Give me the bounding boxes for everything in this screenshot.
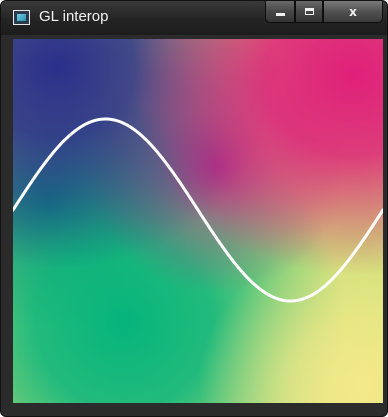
- maximize-icon: [304, 8, 314, 15]
- minimize-button[interactable]: [265, 1, 295, 23]
- sine-curve: [13, 117, 383, 303]
- sine-wave-graphic: [13, 117, 383, 303]
- app-window-icon: [13, 10, 30, 25]
- minimize-icon: [275, 13, 285, 16]
- close-icon: x: [349, 4, 357, 19]
- maximize-button[interactable]: [295, 1, 323, 23]
- app-window: GL interop x: [0, 0, 388, 417]
- window-title: GL interop: [39, 8, 109, 25]
- gl-render-canvas[interactable]: [13, 39, 383, 403]
- close-button[interactable]: x: [323, 1, 383, 23]
- caption-buttons: x: [265, 1, 383, 23]
- app-window-icon-inner: [17, 14, 26, 21]
- title-bar[interactable]: GL interop x: [1, 1, 387, 35]
